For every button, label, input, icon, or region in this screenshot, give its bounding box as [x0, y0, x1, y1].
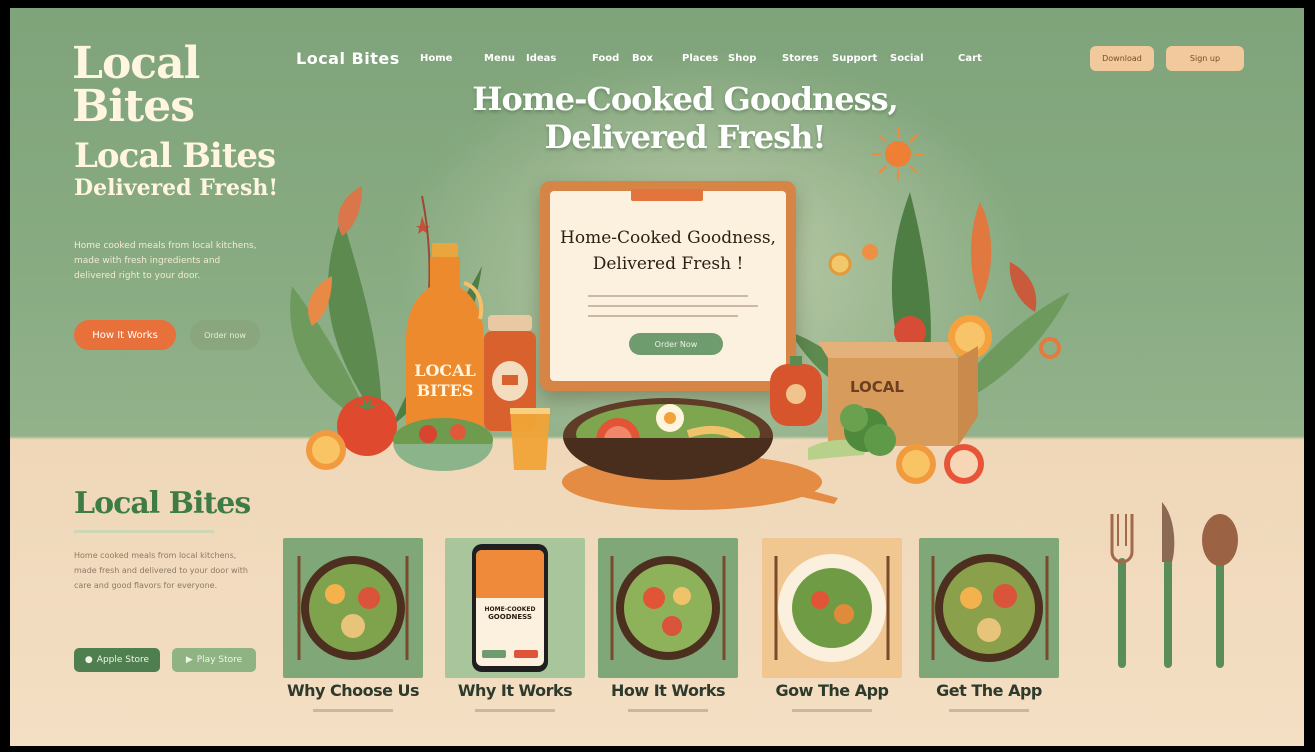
phone-hero-image: [476, 550, 544, 598]
bottle-label-line-2: BITES: [416, 381, 474, 400]
tablet-text-line: [588, 305, 758, 307]
feature-card[interactable]: [762, 538, 902, 678]
card-label-why-choose-us: Why Choose Us: [286, 681, 420, 700]
cutlery-icon: [1104, 498, 1244, 678]
tablet-headline: Home-Cooked Goodness, Delivered Fresh !: [550, 225, 786, 277]
tablet-header-tab: [631, 189, 703, 201]
section-divider: [74, 530, 214, 533]
headline-line-1: Home-Cooked Goodness,: [472, 80, 898, 118]
phone-button-red[interactable]: [514, 650, 538, 658]
feature-card[interactable]: HOME-COOKED GOODNESS: [445, 538, 585, 678]
download-button[interactable]: Download: [1090, 46, 1154, 71]
feature-card[interactable]: [598, 538, 738, 678]
brand-title: Local Bites: [74, 136, 276, 176]
citrus-halves: [890, 438, 990, 486]
phone-button-green[interactable]: [482, 650, 506, 658]
card-caption-line: [792, 709, 872, 712]
tablet-text-line: [588, 295, 748, 297]
card-caption-line: [313, 709, 393, 712]
logo-line-2: Bites: [72, 81, 195, 132]
feature-card[interactable]: [919, 538, 1059, 678]
logo-line-1: Local: [72, 38, 200, 89]
nav-item-support[interactable]: Support: [832, 53, 877, 64]
apple-store-button[interactable]: ● Apple Store: [74, 648, 160, 672]
brand-subtitle: Delivered Fresh!: [74, 175, 279, 201]
phone-screen: HOME-COOKED GOODNESS: [476, 550, 544, 666]
how-it-works-button[interactable]: How It Works: [74, 320, 176, 350]
card-label-how-it-works: How It Works: [610, 681, 726, 700]
apple-store-label: Apple Store: [96, 655, 150, 665]
juice-glass: [508, 406, 552, 472]
orange-slice: [304, 428, 348, 472]
tablet-device: Home-Cooked Goodness, Delivered Fresh ! …: [540, 181, 796, 391]
tablet-screen: Home-Cooked Goodness, Delivered Fresh ! …: [550, 189, 786, 381]
nav-item-stores[interactable]: Stores: [782, 53, 819, 64]
brand-logo[interactable]: Local Bites: [72, 38, 200, 132]
nav-item-menu[interactable]: Menu: [484, 53, 515, 64]
play-store-label: Play Store: [196, 655, 243, 665]
nav-item-ideas[interactable]: Ideas: [526, 53, 556, 64]
phone-text-2: GOODNESS: [488, 613, 532, 621]
salad-bowl: [388, 410, 498, 490]
card-caption-line: [475, 709, 555, 712]
card-caption-line: [949, 709, 1029, 712]
section-title: Local Bites: [74, 486, 251, 521]
phone-text-1: HOME-COOKED: [484, 606, 536, 613]
order-now-button[interactable]: Order now: [190, 320, 260, 350]
tablet-headline-line-1: Home-Cooked Goodness,: [560, 228, 776, 248]
signup-button[interactable]: Sign up: [1166, 46, 1244, 71]
tablet-order-button[interactable]: Order Now: [629, 333, 723, 355]
play-store-icon: ▶: [185, 655, 193, 665]
main-dish-bowl: [558, 394, 778, 506]
nav-item-home[interactable]: Home: [420, 53, 452, 64]
nav-item-social-2[interactable]: Cart: [958, 53, 982, 64]
nav-item-shop[interactable]: Shop: [728, 53, 756, 64]
tablet-headline-line-2: Delivered Fresh !: [592, 254, 744, 274]
nav-brand[interactable]: Local Bites: [296, 49, 400, 68]
hero-description: Home cooked meals from local kitchens, m…: [74, 241, 257, 281]
hero-headline: Home-Cooked Goodness, Delivered Fresh!: [465, 80, 905, 156]
tablet-text-line: [588, 315, 738, 317]
bottle-label-line-1: LOCAL: [414, 361, 476, 380]
broccoli: [798, 388, 898, 478]
card-label-get-the-app: Get The App: [936, 681, 1042, 700]
apple-icon: ●: [84, 655, 93, 665]
nav-item-food[interactable]: Food: [592, 53, 619, 64]
section-description: Home cooked meals from local kitchens, m…: [74, 551, 248, 590]
card-label-why-it-works: Why It Works: [457, 681, 573, 700]
nav-item-box[interactable]: Box: [632, 53, 653, 64]
headline-line-2: Delivered Fresh!: [544, 118, 827, 156]
card-caption-line: [628, 709, 708, 712]
card-label-gow-the-app: Gow The App: [775, 681, 890, 700]
phone-device: HOME-COOKED GOODNESS: [472, 544, 548, 672]
nav-item-social[interactable]: Social: [890, 53, 924, 64]
play-store-button[interactable]: ▶ Play Store: [172, 648, 256, 672]
feature-card[interactable]: [283, 538, 423, 678]
landing-page: Local Bites Local Bites Delivered Fresh!…: [10, 8, 1304, 746]
nav-item-places[interactable]: Places: [682, 53, 718, 64]
